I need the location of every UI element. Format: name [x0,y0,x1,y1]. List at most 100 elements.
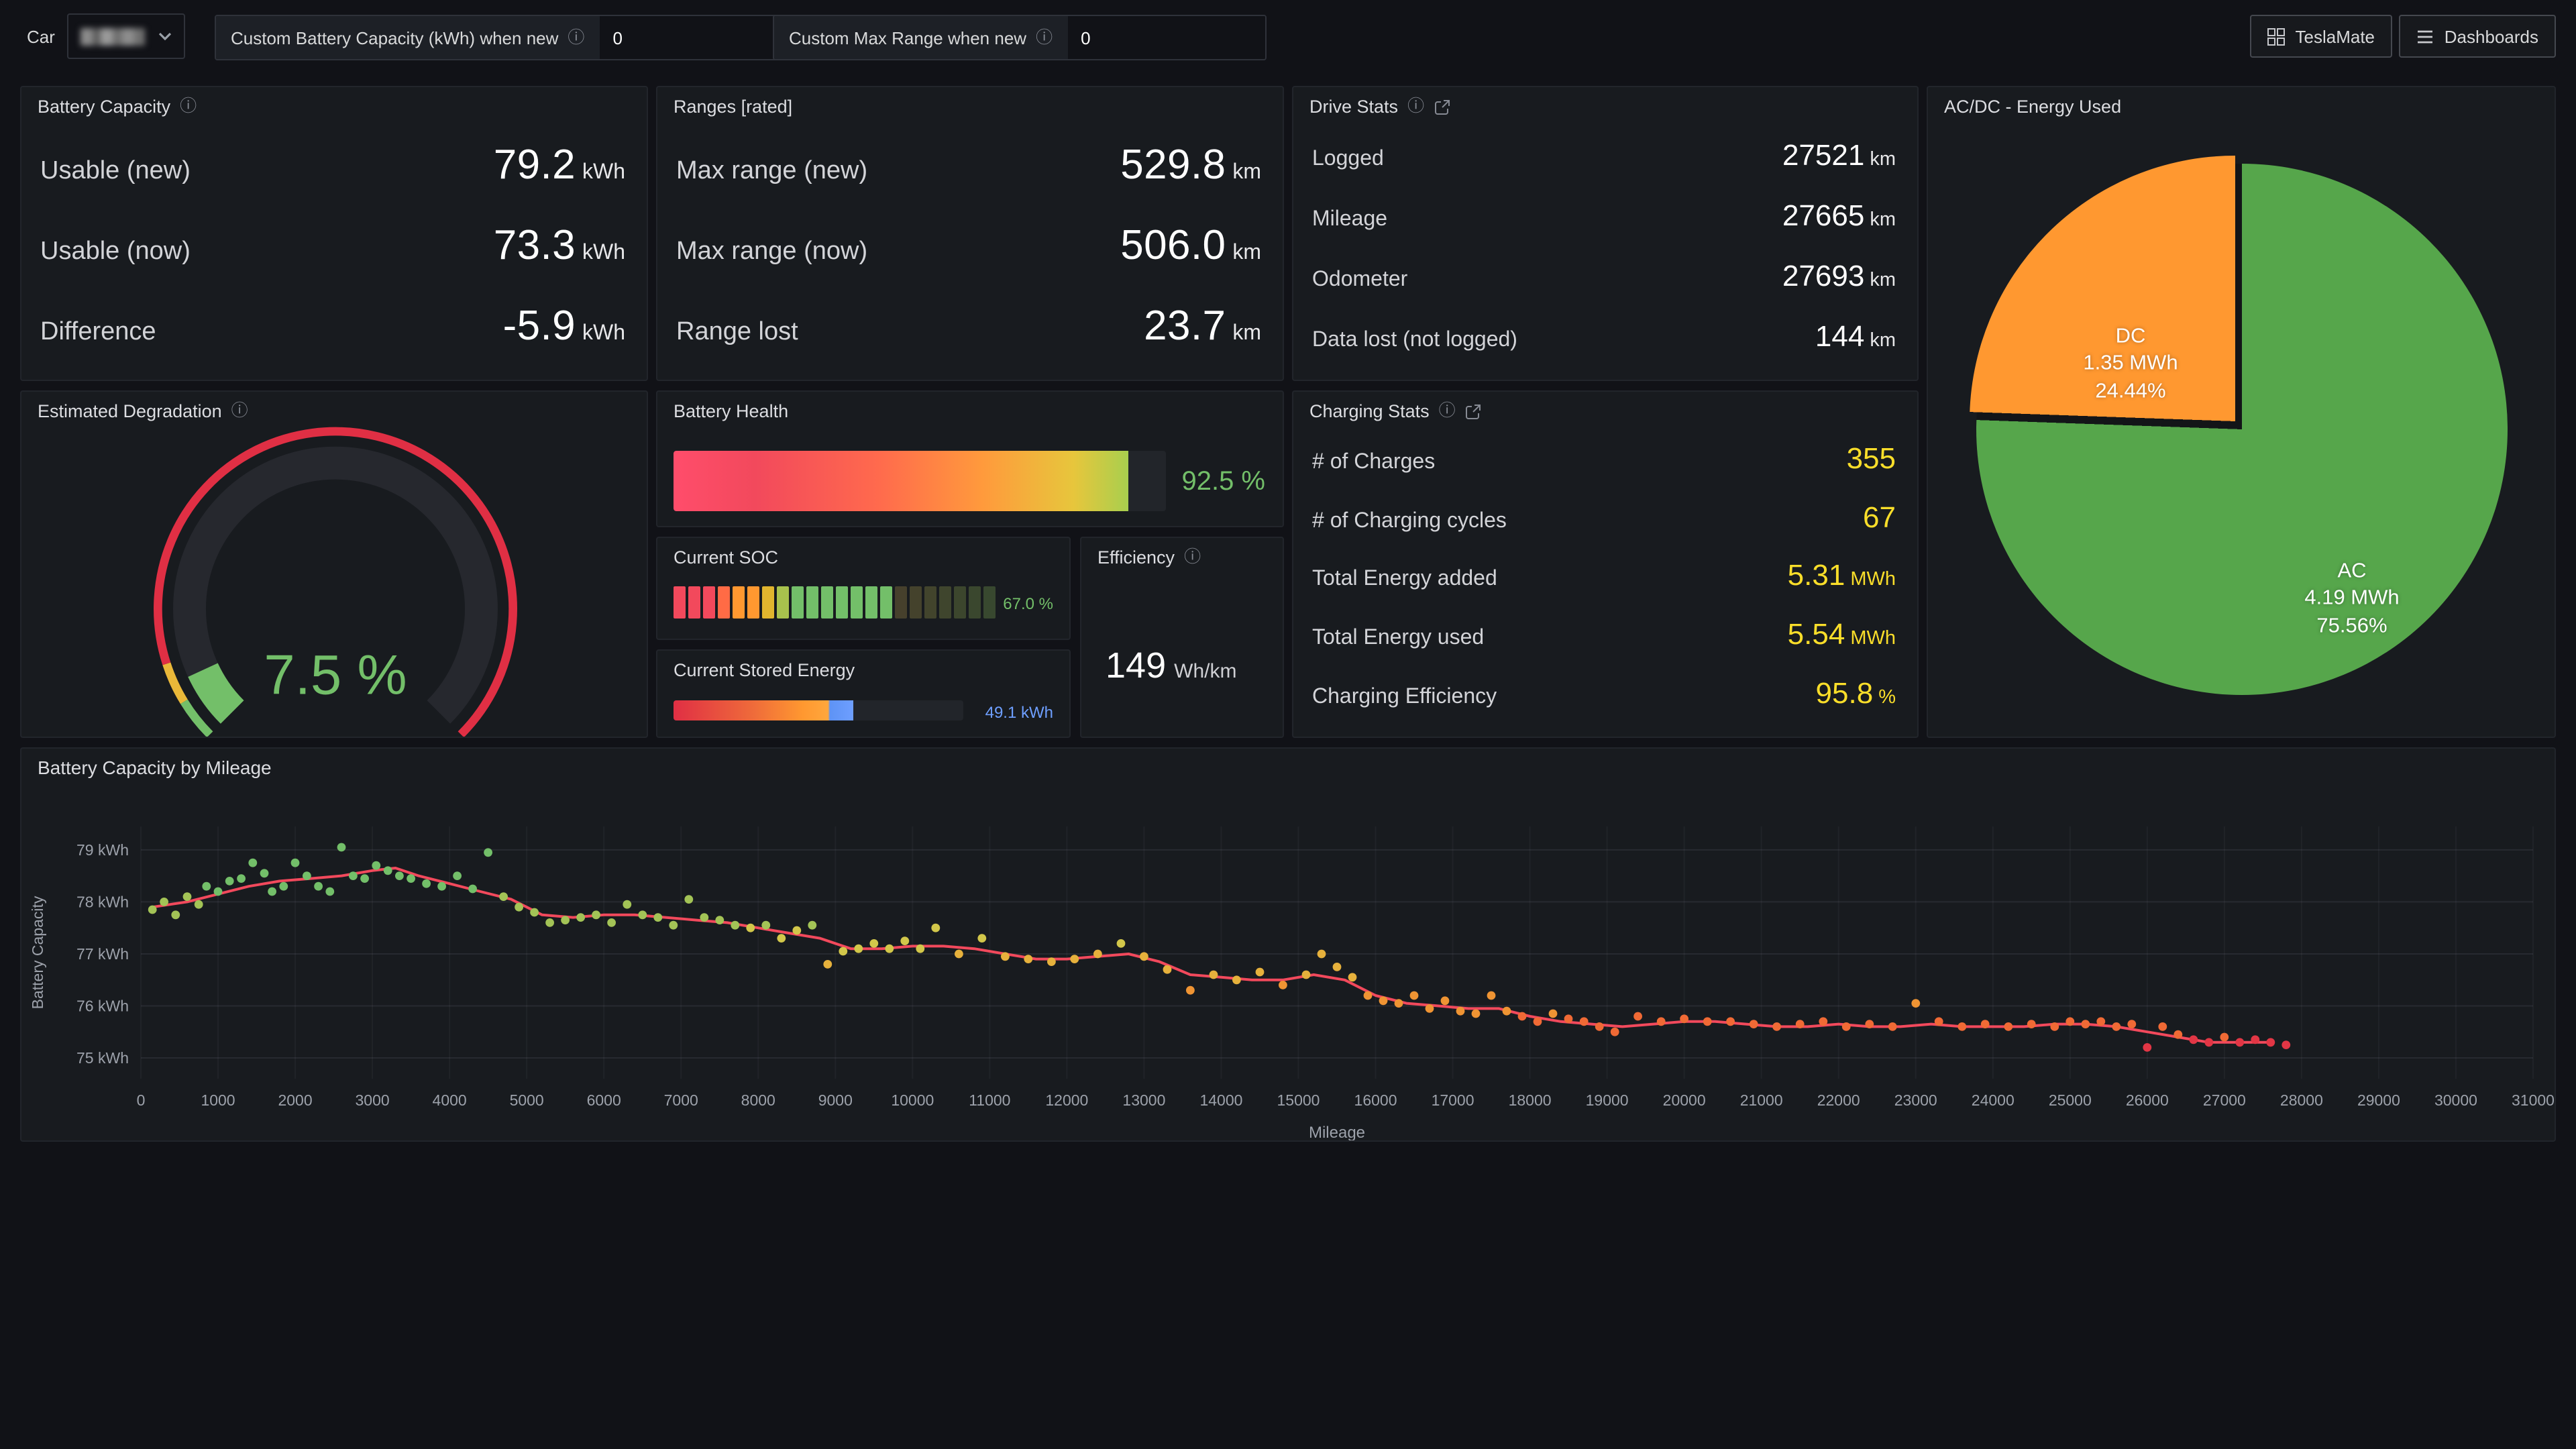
stat-label: Difference [40,318,156,347]
stat-label: Range lost [676,318,798,347]
scatter-point [484,848,492,857]
gauge-threshold-arc [166,663,184,701]
stat-value: 27693km [1782,258,1896,293]
panel-efficiency: Efficiencyⓘ 149 Wh/km [1080,537,1284,738]
custom-battery-capacity-input[interactable] [599,16,796,59]
chevron-down-icon [158,32,172,41]
scatter-point [885,945,894,953]
info-icon[interactable]: ⓘ [180,99,197,115]
scatter-point [684,895,693,904]
x-axis-label: Mileage [1309,1124,1365,1142]
scatter-point [225,877,234,885]
chart-gridlines: 0100020003000400050006000700080009000100… [76,826,2555,1109]
scatter-point [1726,1017,1735,1026]
x-tick-label: 28000 [2280,1091,2323,1109]
scatter-point [823,960,832,969]
slice-value: 1.35 MWh [2083,352,2178,379]
scatter-point [1426,1004,1434,1013]
x-tick-label: 31000 [2512,1091,2555,1109]
scatter-point [2204,1038,2213,1046]
scatter-point [325,888,334,896]
scatter-point [669,921,678,930]
car-select-value-redacted [80,28,145,45]
scatter-point [1633,1012,1642,1021]
x-tick-label: 29000 [2357,1091,2400,1109]
scatter-point [1657,1017,1666,1026]
scatter-point [1911,999,1920,1008]
slice-value: 4.19 MWh [2304,586,2399,614]
scatter-point [1163,965,1172,974]
car-select[interactable] [67,13,185,59]
x-tick-label: 18000 [1509,1091,1552,1109]
slice-percent: 24.44% [2083,378,2178,406]
x-tick-label: 25000 [2049,1091,2092,1109]
scatter-point [530,908,539,917]
x-tick-label: 10000 [891,1091,934,1109]
charging-stats-rows: # of Charges355# of Charging cycles67Tot… [1312,429,1896,723]
scatter-point [1703,1017,1712,1026]
info-icon[interactable]: ⓘ [231,403,248,420]
stat-label: Usable (now) [40,237,191,267]
custom-max-range-input[interactable] [1067,16,1265,59]
stat-label: Charging Efficiency [1312,686,1497,710]
scatter-point [1796,1020,1805,1028]
scatter-point [148,906,157,914]
scatter-point [2158,1022,2167,1031]
efficiency-unit: Wh/km [1174,660,1236,683]
soc-cell-filled [718,586,730,619]
panel-title: Estimated Degradation [38,401,222,421]
scatter-point [279,882,288,891]
efficiency-value: 149 Wh/km [1106,645,1236,687]
scatter-point [638,910,647,919]
dashboard-submenu: Car Custom Battery Capacity (kWh) when n… [0,0,2576,72]
stat-row: Usable (now)73.3kWh [40,221,625,270]
stat-row: # of Charging cycles67 [1312,500,1896,535]
info-icon[interactable]: ⓘ [1407,99,1424,115]
scatter-point [916,945,924,953]
capacity-mileage-chart[interactable]: 0100020003000400050006000700080009000100… [21,749,2556,1142]
scatter-point [1117,939,1126,948]
stat-label: Logged [1312,147,1384,171]
stored-energy-bar-fill [674,700,853,720]
scatter-point [1549,1010,1558,1018]
x-tick-label: 4000 [433,1091,467,1109]
stat-label: Max range (new) [676,157,867,186]
scatter-point [1487,991,1496,1000]
x-tick-label: 2000 [278,1091,312,1109]
x-tick-label: 1000 [201,1091,235,1109]
info-icon[interactable]: ⓘ [568,30,584,46]
soc-cell-filled [880,586,892,619]
scatter-point [1865,1020,1874,1028]
apps-grid-icon [2267,28,2285,45]
info-icon[interactable]: ⓘ [1036,30,1053,46]
info-icon[interactable]: ⓘ [1184,549,1201,566]
scatter-point [2143,1043,2151,1052]
stat-row: Logged27521km [1312,138,1896,172]
stat-value: 79.2kWh [494,141,625,189]
scatter-point [1534,1017,1542,1026]
scatter-point [623,900,631,909]
dashboards-button[interactable]: Dashboards [2399,15,2556,58]
external-link-icon[interactable] [1465,403,1481,419]
soc-cell-filled [733,586,745,619]
info-icon[interactable]: ⓘ [1439,403,1456,420]
stat-label: Usable (new) [40,157,191,186]
slice-name: AC [2304,559,2399,586]
gauge-value: 7.5 % [264,644,407,706]
soc-cell-unfilled [983,586,996,619]
external-link-icon[interactable] [1434,99,1450,115]
panel-current-soc: Current SOC 67.0 % [656,537,1071,640]
stat-value: 27665km [1782,198,1896,233]
scatter-point [1302,971,1311,979]
x-tick-label: 17000 [1432,1091,1474,1109]
teslamate-button[interactable]: TeslaMate [2250,15,2393,58]
car-variable: Car [27,15,185,58]
scatter-point [195,900,203,909]
scatter-point [561,916,570,924]
pie-label-ac: AC 4.19 MWh 75.56% [2304,559,2399,641]
pie-slice-dc[interactable] [1970,156,2501,687]
stat-row: # of Charges355 [1312,441,1896,476]
soc-cell-filled [777,586,789,619]
scatter-point [349,871,358,880]
panel-title: Ranges [rated] [674,97,792,117]
